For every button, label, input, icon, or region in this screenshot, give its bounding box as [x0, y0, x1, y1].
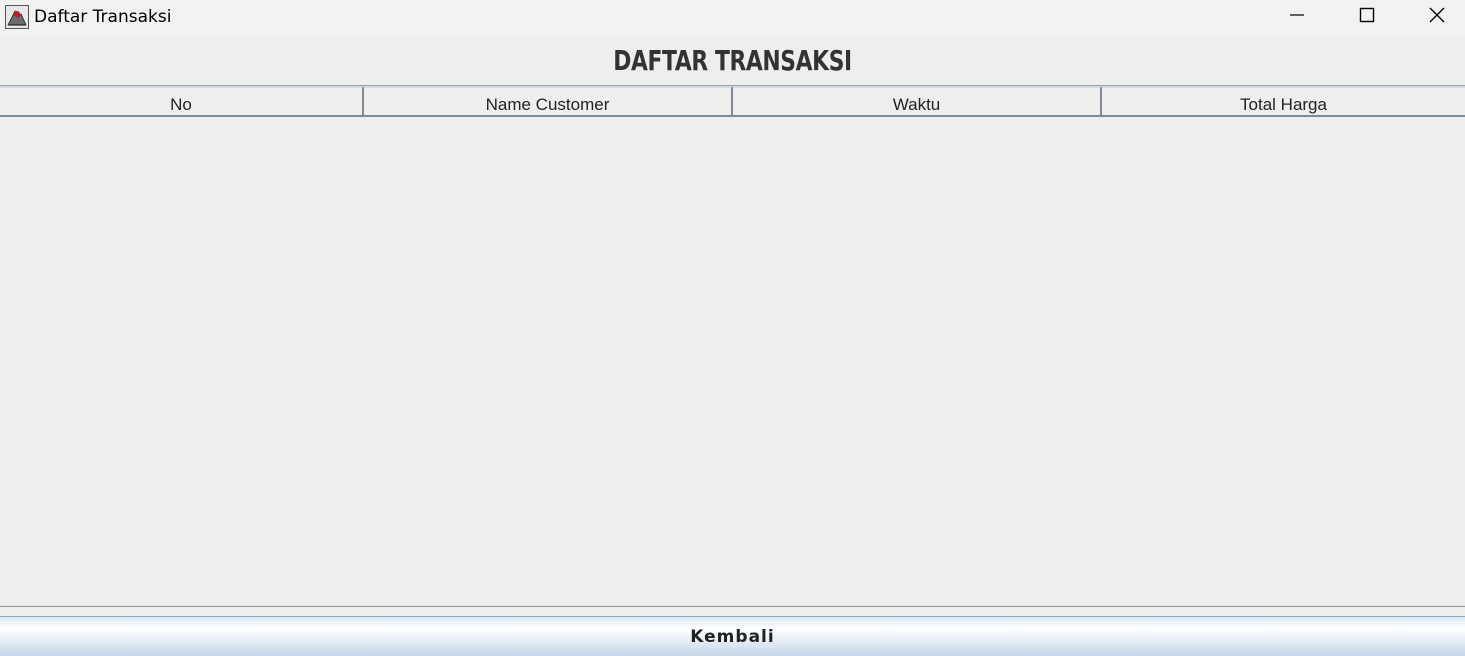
transaction-table[interactable]: No Name Customer Waktu Total Harga [0, 85, 1465, 607]
minimize-button[interactable] [1262, 0, 1332, 34]
column-header-total-harga[interactable]: Total Harga [1102, 86, 1465, 115]
maximize-icon [1359, 7, 1375, 28]
java-app-icon [5, 5, 29, 29]
page-title: DAFTAR TRANSAKSI [613, 44, 852, 77]
column-header-name-customer[interactable]: Name Customer [364, 86, 733, 115]
close-icon [1429, 7, 1445, 28]
column-header-waktu[interactable]: Waktu [733, 86, 1102, 115]
title-bar[interactable]: Daftar Transaksi [0, 0, 1465, 38]
table-header: No Name Customer Waktu Total Harga [0, 86, 1465, 117]
window-title: Daftar Transaksi [34, 7, 172, 27]
close-button[interactable] [1402, 0, 1465, 34]
application-window: Daftar Transaksi DAFTAR TRANSAKSI No Nam… [0, 0, 1465, 656]
minimize-icon [1289, 7, 1305, 28]
column-header-no[interactable]: No [0, 86, 364, 115]
maximize-button[interactable] [1332, 0, 1402, 34]
button-spacer [0, 607, 1465, 616]
kembali-button[interactable]: Kembali [0, 616, 1465, 656]
